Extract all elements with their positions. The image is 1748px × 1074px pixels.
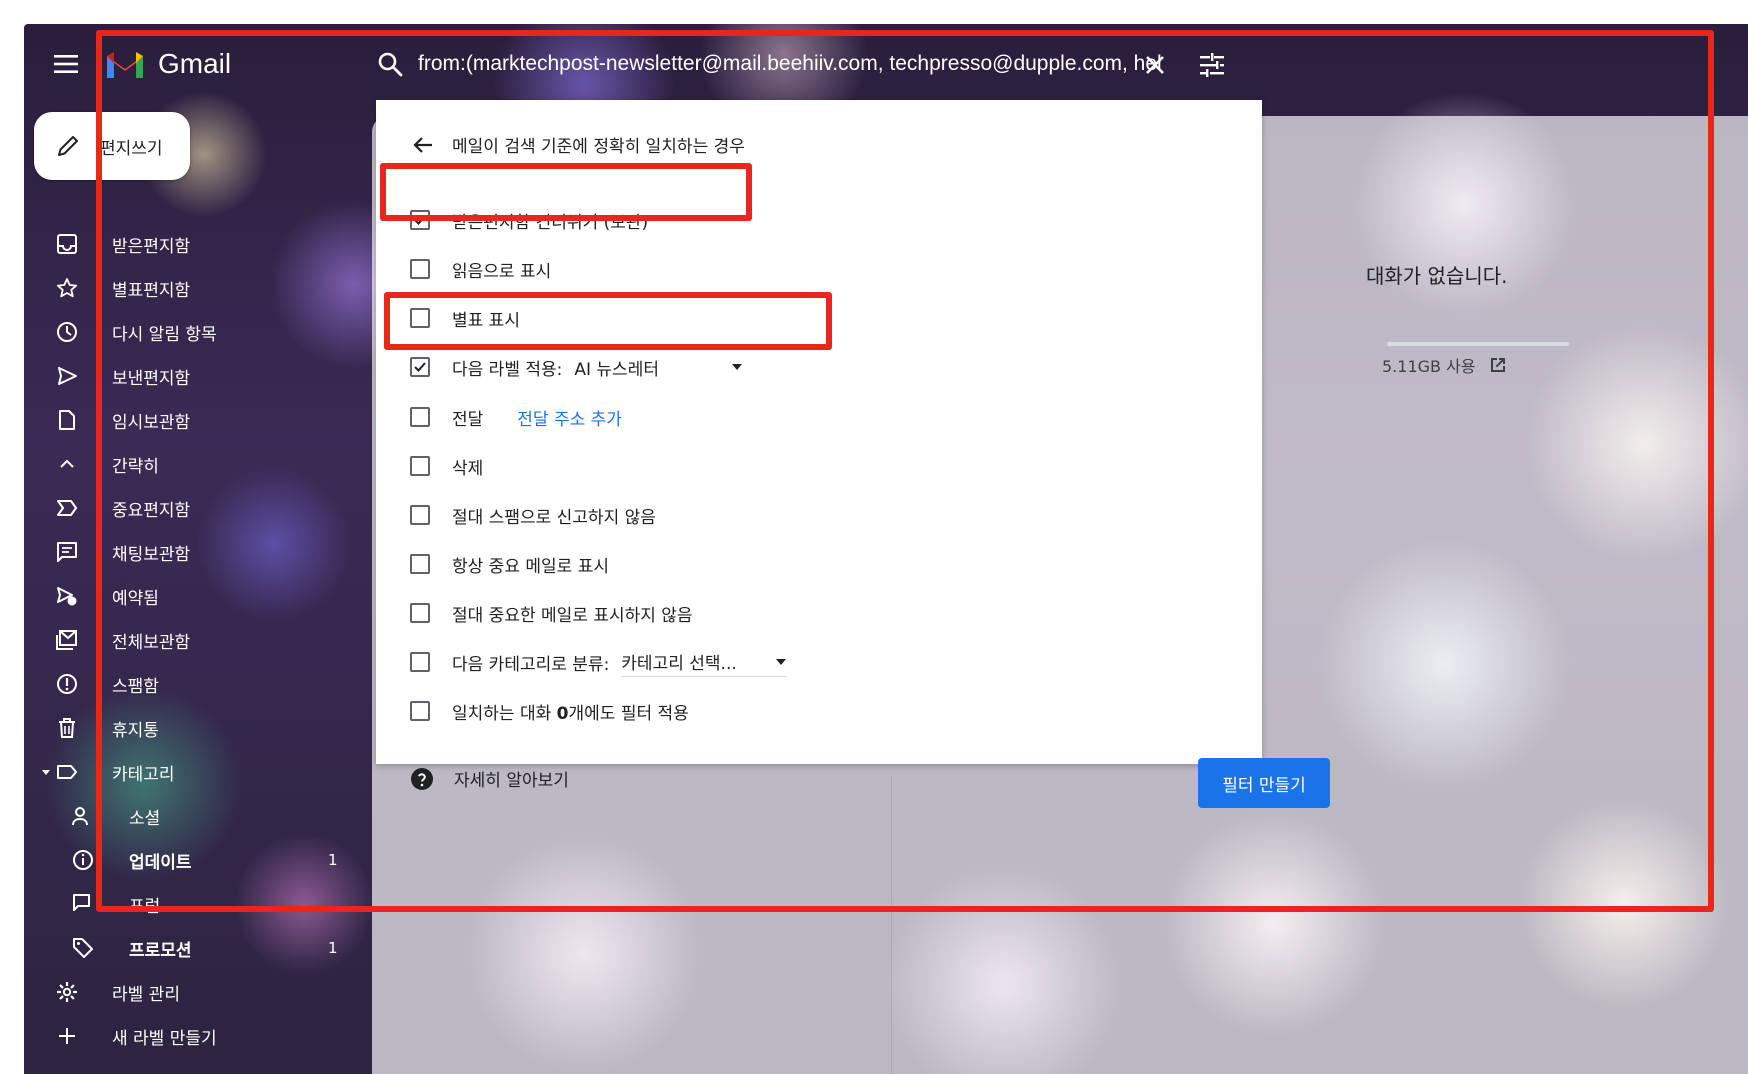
unread-count: 1 bbox=[328, 939, 338, 957]
all-mail-icon bbox=[56, 630, 77, 650]
sidebar-item-label: 라벨 관리 bbox=[112, 984, 180, 1005]
draft-icon bbox=[59, 410, 75, 430]
clock-icon bbox=[57, 322, 77, 342]
label-icon bbox=[57, 765, 77, 779]
tag-icon bbox=[73, 938, 93, 958]
forum-icon bbox=[73, 894, 90, 911]
annotation-box-main bbox=[96, 30, 1714, 912]
gmail-window: 대화가 없습니다. 5.11GB 사용 Gmail from:(marktech… bbox=[24, 24, 1748, 1074]
annotation-box-skip-inbox bbox=[380, 163, 752, 221]
plus-icon bbox=[59, 1028, 75, 1044]
main-menu-icon[interactable] bbox=[52, 52, 80, 76]
star-icon bbox=[56, 278, 78, 298]
send-icon bbox=[58, 367, 77, 385]
chat-icon bbox=[57, 542, 77, 562]
trash-icon bbox=[59, 718, 75, 738]
spam-icon bbox=[57, 674, 77, 694]
sidebar-item-create-label[interactable]: 새 라벨 만들기 bbox=[24, 1016, 344, 1056]
sidebar-item-label: 프로모션 bbox=[129, 940, 192, 961]
chevron-up-icon bbox=[60, 459, 74, 468]
important-icon bbox=[57, 500, 77, 516]
sidebar-item-promotions[interactable]: 프로모션 1 bbox=[24, 928, 344, 968]
people-icon bbox=[72, 807, 88, 826]
inbox-icon bbox=[57, 234, 77, 254]
sidebar-item-label: 새 라벨 만들기 bbox=[112, 1028, 217, 1049]
annotation-box-apply-label bbox=[384, 292, 832, 350]
sidebar-item-manage-labels[interactable]: 라벨 관리 bbox=[24, 972, 344, 1012]
pencil-icon bbox=[58, 136, 78, 156]
scheduled-icon bbox=[57, 587, 77, 606]
info-icon bbox=[73, 850, 93, 870]
expand-caret-icon[interactable] bbox=[41, 767, 51, 777]
gear-icon bbox=[57, 982, 77, 1002]
